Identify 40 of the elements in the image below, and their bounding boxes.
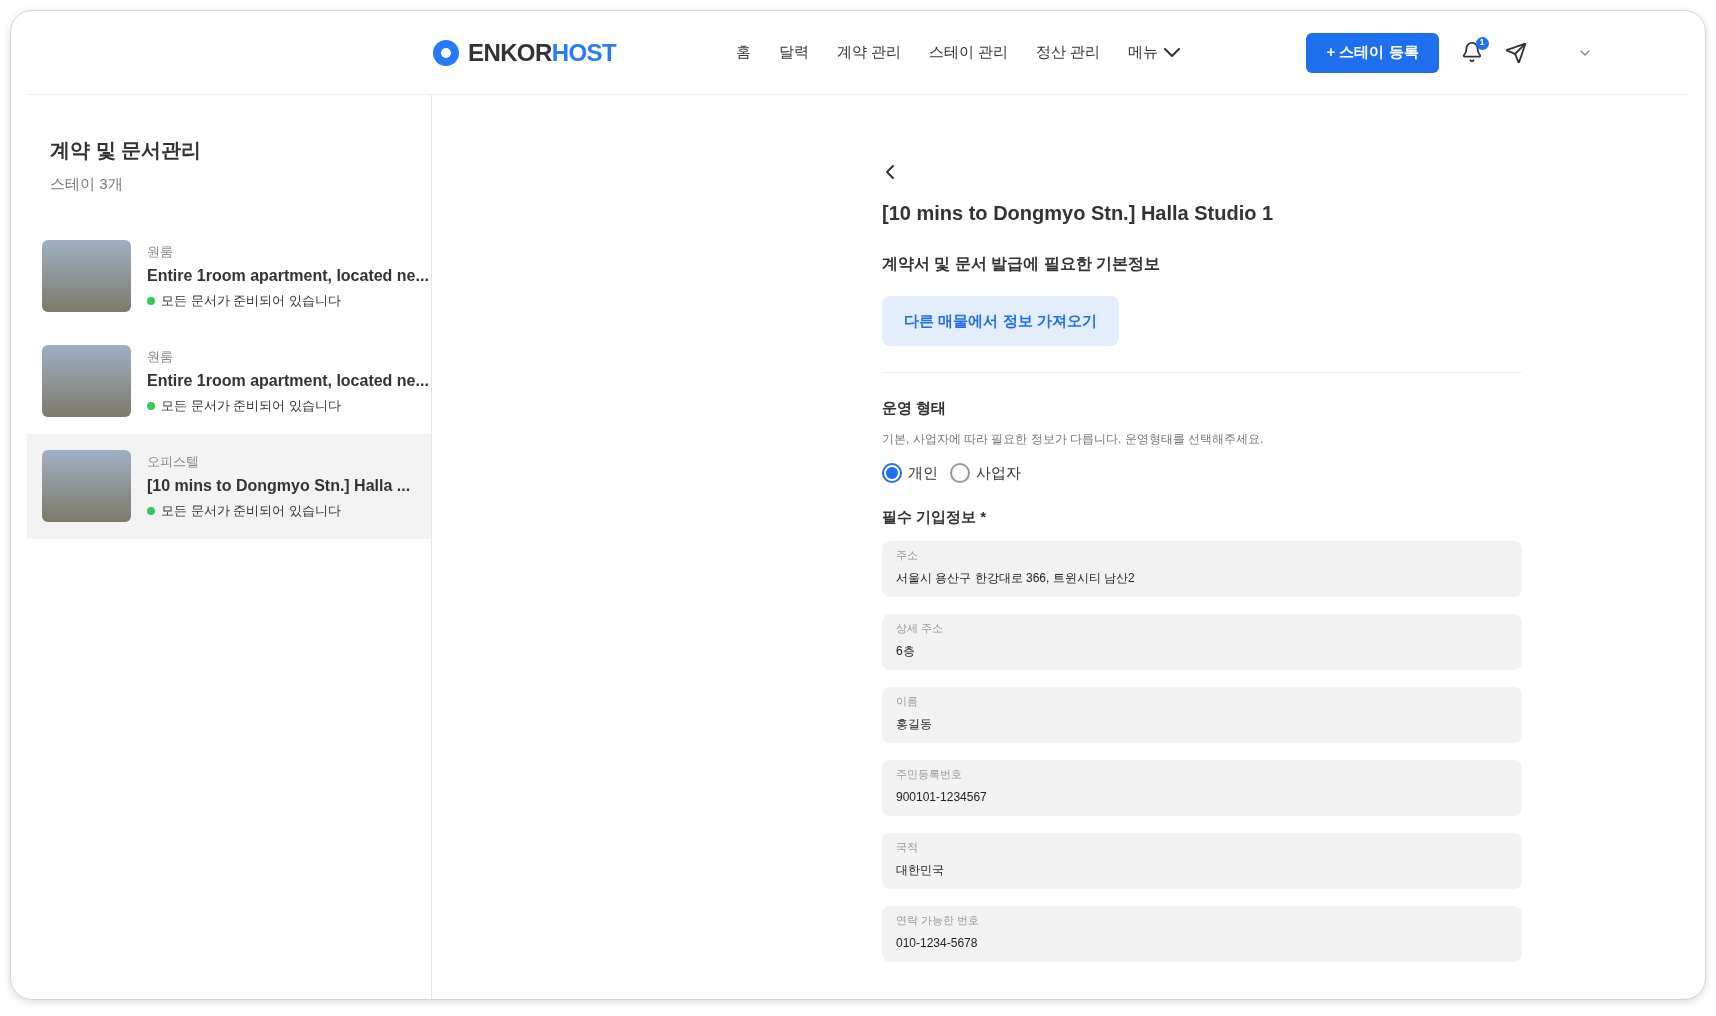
stay-title: Entire 1room apartment, located ne... <box>147 371 429 391</box>
radio-option[interactable]: 개인 <box>882 461 938 484</box>
notification-button[interactable]: 1 <box>1460 40 1485 65</box>
send-icon[interactable] <box>1504 41 1527 64</box>
section-title: 계약서 및 문서 발급에 필요한 기본정보 <box>882 254 1162 274</box>
sidebar-title: 계약 및 문서관리 <box>49 138 203 163</box>
status-text: 모든 문서가 준비되어 있습니다 <box>161 397 341 415</box>
input-field[interactable]: 연락 가능한 번호 010-1234-5678 <box>882 905 1522 962</box>
bell-icon <box>1460 40 1483 63</box>
chevron-down-icon <box>1164 48 1181 57</box>
status-text: 모든 문서가 준비되어 있습니다 <box>161 292 341 310</box>
input-field[interactable]: 국적 대한민국 <box>882 832 1522 889</box>
stay-title: Entire 1room apartment, located ne... <box>147 266 429 286</box>
import-info-button[interactable]: 다른 매물에서 정보 가져오기 <box>882 296 1119 346</box>
input-field[interactable]: 주소 서울시 용산구 한강대로 366, 트윈시티 남산2 <box>882 540 1522 597</box>
register-stay-button[interactable]: + 스테이 등록 <box>1306 32 1439 73</box>
stay-list-item[interactable]: 오피스텔 [10 mins to Dongmyo Stn.] Halla ... 모든 문서가 준비되어 있습니다 <box>27 433 431 539</box>
operation-description: 기본, 사업자에 따라 필요한 정보가 다릅니다. 운영형태를 선택해주세요. <box>882 430 1265 448</box>
stay-type: 원룸 <box>147 242 174 261</box>
input-field[interactable]: 주민등록번호 900101-1234567 <box>882 759 1522 816</box>
stay-title-heading: [10 mins to Dongmyo Stn.] Halla Studio 1 <box>882 201 1275 226</box>
stay-title: [10 mins to Dongmyo Stn.] Halla ... <box>147 476 411 496</box>
stay-count: 스테이 3개 <box>49 174 124 194</box>
status-text: 모든 문서가 준비되어 있습니다 <box>161 502 341 520</box>
input-field[interactable]: 이름 홍길동 <box>882 686 1522 743</box>
radio-option[interactable]: 사업자 <box>950 461 1021 484</box>
nav-link[interactable]: 계약 관리 <box>836 41 902 64</box>
required-info-title: 필수 기입정보 * <box>882 507 988 527</box>
stay-type: 오피스텔 <box>147 452 200 471</box>
nav-link[interactable]: 홈 <box>735 41 751 64</box>
input-field[interactable]: 상세 주소 6층 <box>882 613 1522 670</box>
nav-link[interactable]: 정산 관리 <box>1036 41 1101 64</box>
nav-link[interactable]: 스테이 관리 <box>929 41 1009 64</box>
nav-menu-dropdown[interactable]: 메뉴 <box>1128 41 1181 64</box>
nav-link[interactable]: 달력 <box>778 41 809 64</box>
operation-title: 운영 형태 <box>882 398 948 418</box>
logo-text: ENKORHOST <box>468 37 616 68</box>
notification-badge: 1 <box>1475 36 1489 50</box>
stay-type: 원룸 <box>147 347 174 366</box>
location-pin-icon <box>432 38 460 67</box>
